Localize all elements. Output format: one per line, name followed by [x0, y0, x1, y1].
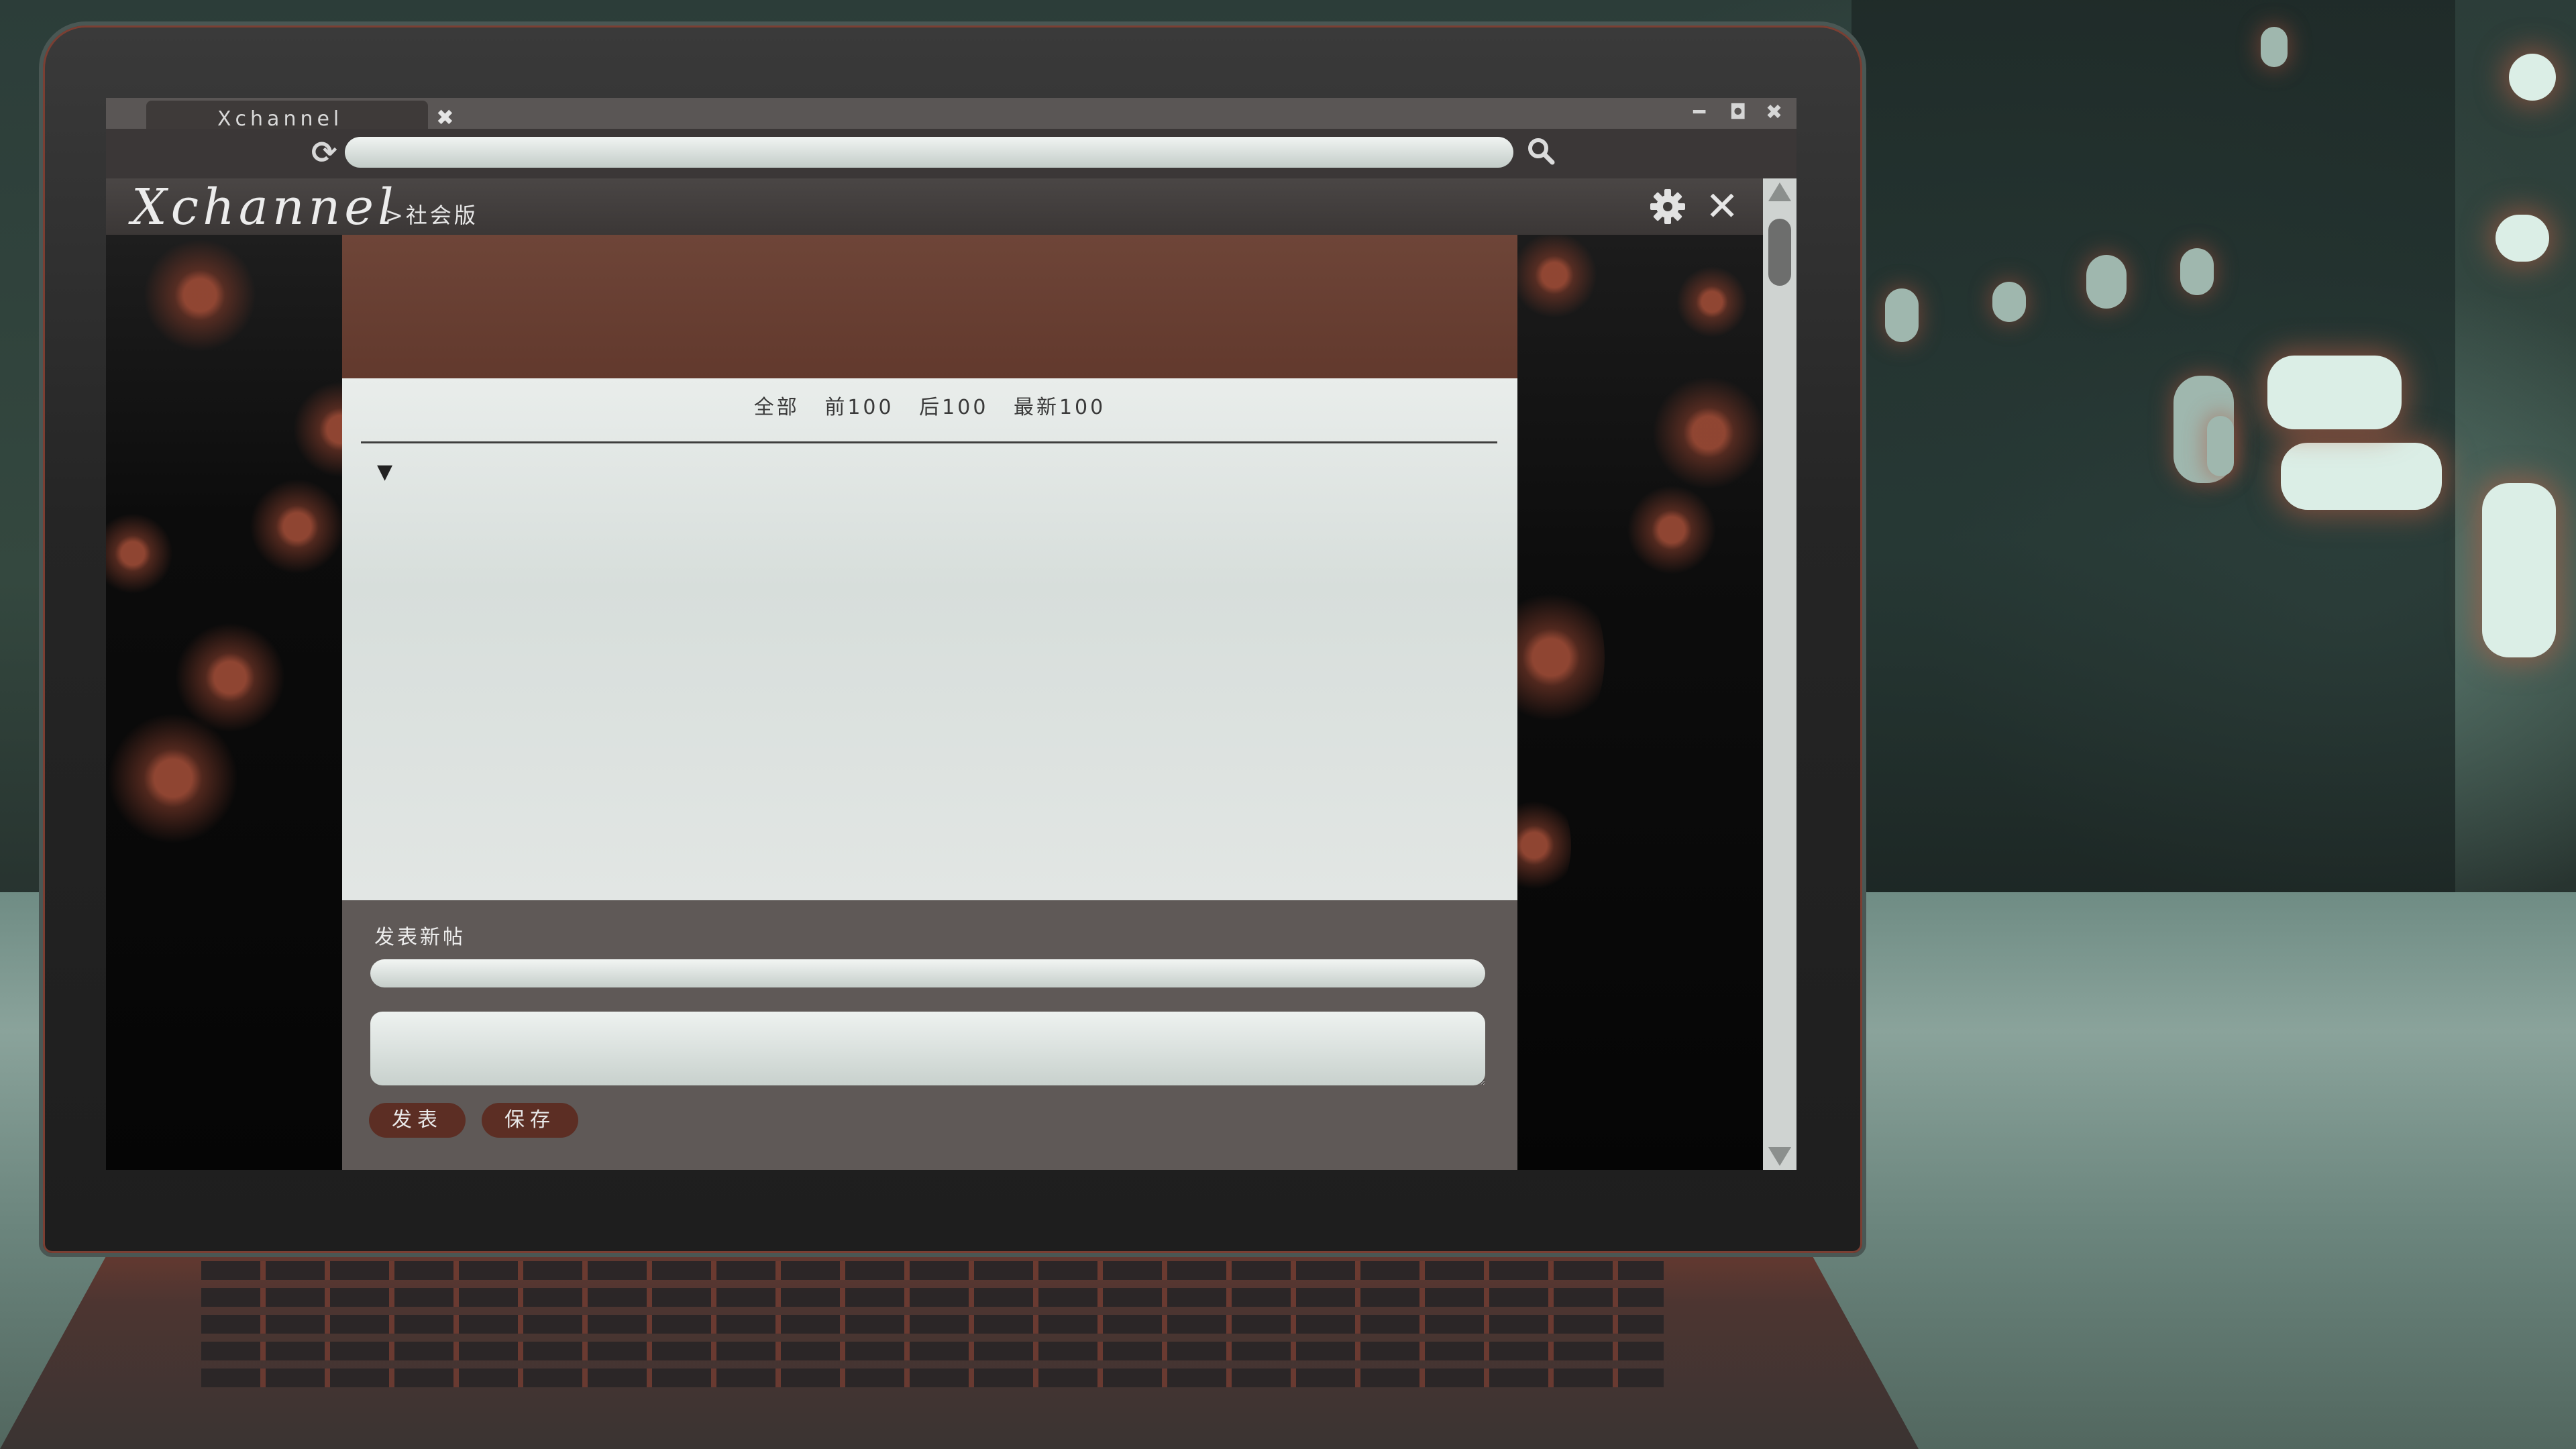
filter-first-100[interactable]: 前100: [824, 396, 894, 419]
address-bar[interactable]: [345, 137, 1513, 168]
tab-title: Xchannel: [217, 107, 343, 131]
rust-texture: [1645, 369, 1763, 496]
reload-icon[interactable]: ⟳: [311, 134, 337, 170]
search-icon[interactable]: [1524, 134, 1558, 168]
post-body-input[interactable]: [370, 1012, 1485, 1085]
bokeh-light: [2267, 356, 2402, 429]
left-side-panel: [106, 235, 342, 1170]
rust-texture: [1517, 785, 1571, 906]
rust-texture: [240, 476, 342, 577]
bokeh-light: [2261, 27, 2288, 67]
rust-texture: [1618, 483, 1725, 577]
bokeh-light: [2207, 416, 2234, 476]
thread-area: 全部 前100 后100 最新100 ▼: [342, 378, 1517, 900]
filter-last-100[interactable]: 后100: [919, 396, 988, 419]
scroll-up-icon[interactable]: [1768, 182, 1791, 201]
site-logo[interactable]: Xchannel: [131, 178, 398, 236]
bokeh-light: [1885, 288, 1919, 342]
divider: [361, 441, 1497, 443]
app-header: Xchannel >社会版 ✕: [106, 178, 1763, 236]
main-content: 全部 前100 后100 最新100 ▼ 发表新帖 发表 保存: [342, 235, 1517, 1170]
compose-panel: 发表新帖 发表 保存: [342, 900, 1517, 1170]
scroll-thumb[interactable]: [1768, 219, 1791, 286]
right-side-panel: [1517, 235, 1763, 1170]
board-banner: [342, 235, 1517, 378]
rust-texture: [133, 235, 267, 356]
laptop-screen: Xchannel ✖ ━ ◘ ✖ ⟳ Xchannel >社会版 ✕ 全部 前1…: [106, 98, 1796, 1170]
minimize-icon[interactable]: ━: [1693, 101, 1705, 124]
bokeh-light: [2086, 255, 2127, 309]
scroll-down-icon[interactable]: [1768, 1147, 1791, 1166]
post-title-input[interactable]: [370, 959, 1485, 987]
rust-texture: [294, 369, 342, 490]
rust-texture: [1672, 262, 1752, 342]
save-button[interactable]: 保存: [482, 1103, 578, 1138]
browser-tab-bar: Xchannel ✖ ━ ◘ ✖: [106, 98, 1796, 131]
gear-icon[interactable]: [1649, 188, 1686, 225]
rust-texture: [1517, 570, 1605, 745]
filter-latest-100[interactable]: 最新100: [1014, 396, 1106, 419]
browser-toolbar: ⟳: [106, 129, 1796, 178]
bokeh-light: [2180, 248, 2214, 295]
bokeh-light: [2482, 483, 2556, 657]
expand-toggle-icon[interactable]: ▼: [377, 460, 392, 484]
page-scrollbar[interactable]: [1763, 178, 1796, 1170]
window-close-icon[interactable]: ✖: [1766, 101, 1782, 124]
post-button[interactable]: 发表: [369, 1103, 466, 1138]
filter-all[interactable]: 全部: [754, 396, 800, 419]
tab-close-icon[interactable]: ✖: [436, 105, 454, 130]
bokeh-light: [2509, 54, 2556, 101]
maximize-icon[interactable]: ◘: [1729, 101, 1746, 124]
close-icon[interactable]: ✕: [1705, 186, 1739, 227]
board-breadcrumb[interactable]: >社会版: [385, 199, 478, 229]
bokeh-light: [2496, 215, 2549, 262]
compose-title: 发表新帖: [374, 926, 466, 949]
laptop-keyboard: [201, 1261, 1664, 1395]
browser-tab[interactable]: Xchannel ✖: [146, 101, 454, 131]
rust-texture: [106, 704, 247, 852]
bokeh-light: [1992, 282, 2026, 322]
bokeh-light: [2281, 443, 2442, 510]
rust-texture: [106, 503, 173, 604]
rust-texture: [1517, 235, 1605, 322]
thread-filters: 全部 前100 后100 最新100: [342, 390, 1517, 420]
